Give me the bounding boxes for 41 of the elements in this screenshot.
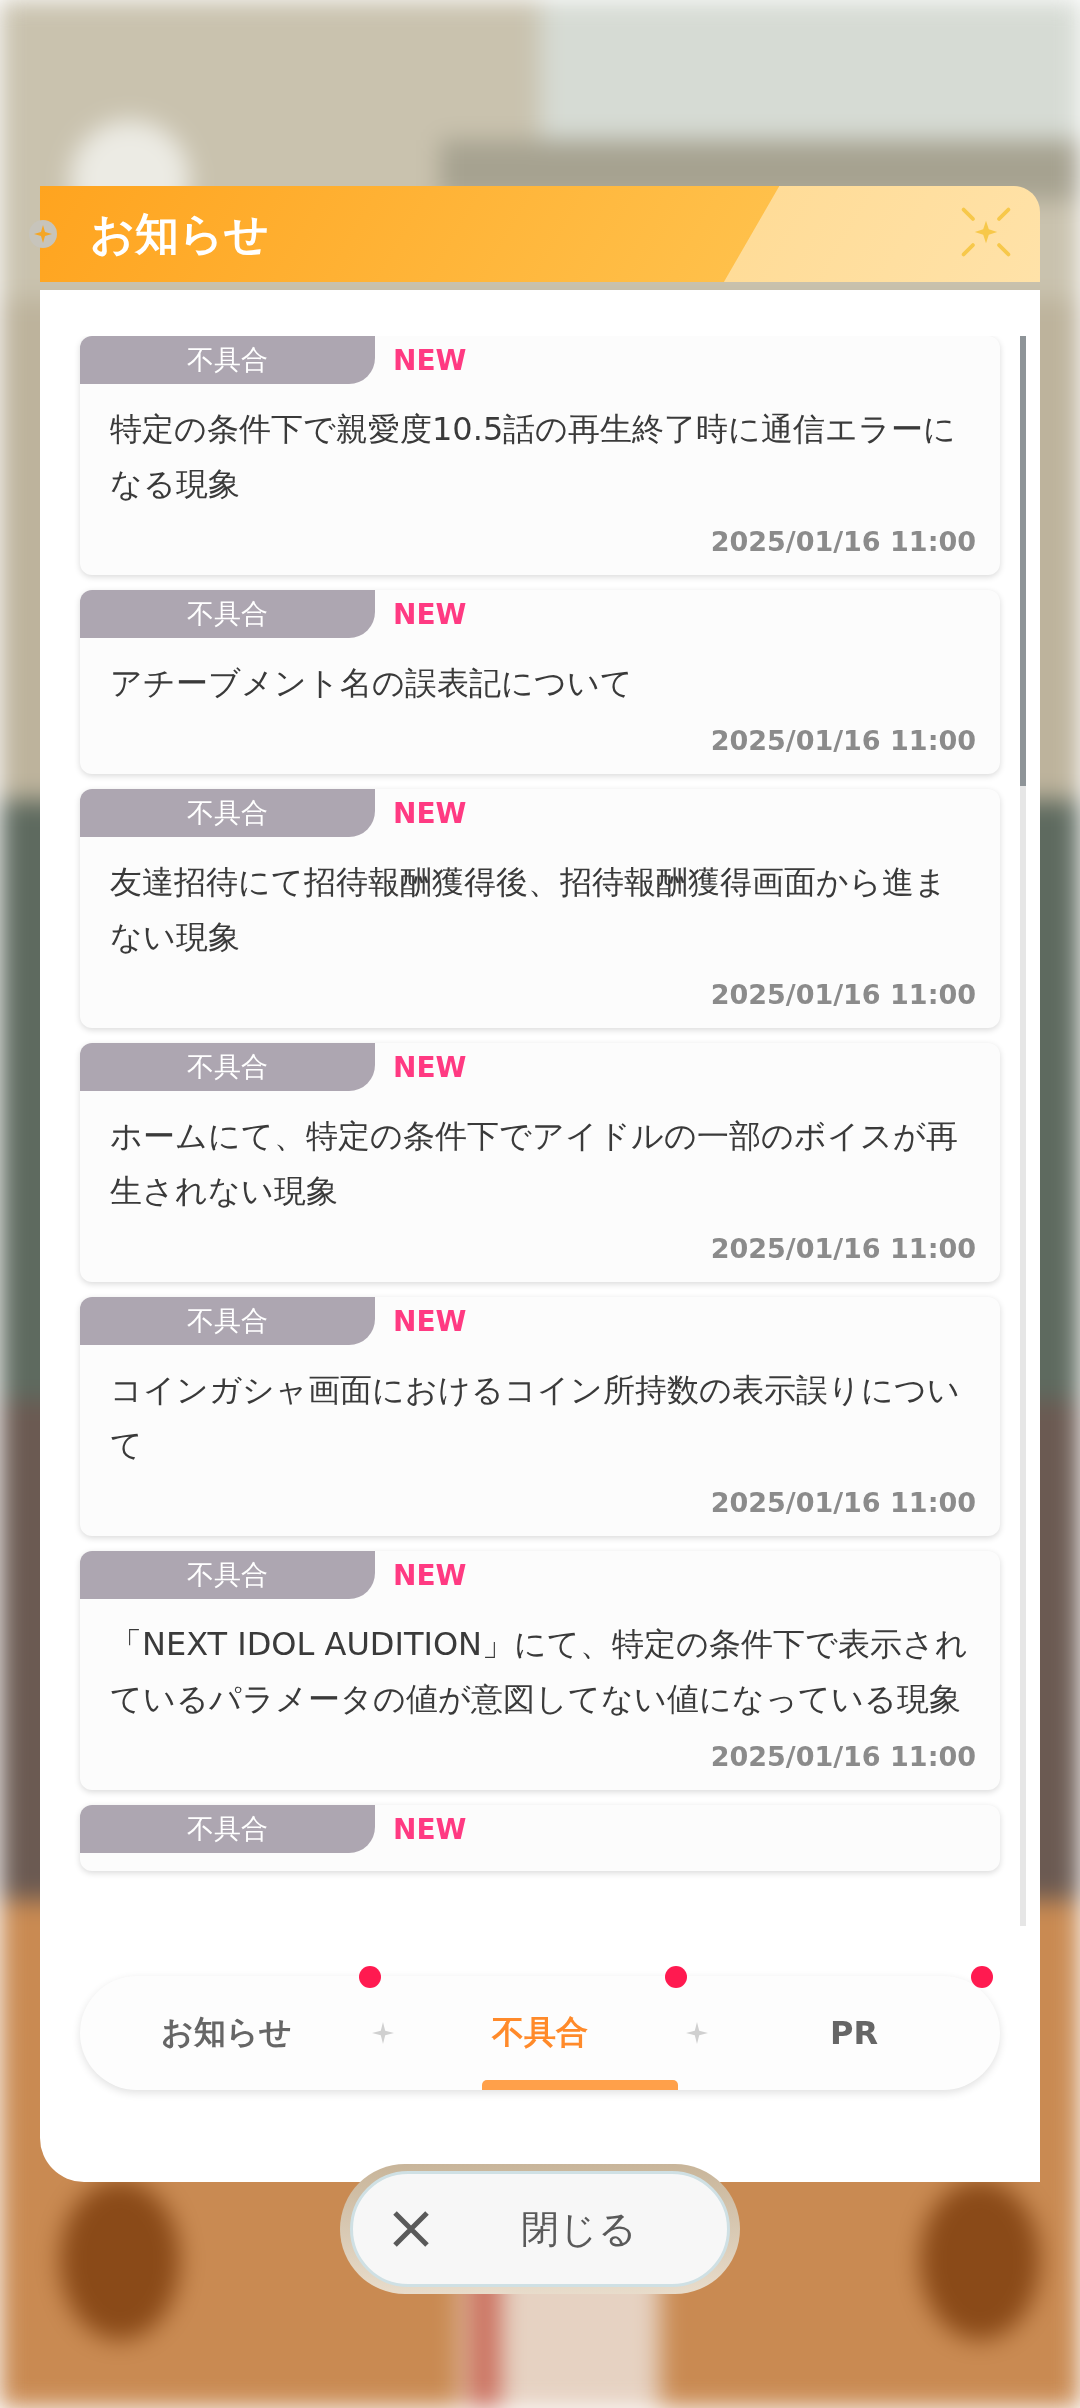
scroll-bar[interactable]: [1020, 336, 1026, 1926]
sparkle-icon: [686, 2022, 708, 2044]
notice-card[interactable]: 不具合 NEW 友達招待にて招待報酬獲得後、招待報酬獲得画面から進まない現象 2025/01/16 11:00: [80, 789, 1000, 1028]
notice-date: 2025/01/16 11:00: [710, 979, 976, 1010]
new-label: NEW: [393, 1304, 467, 1338]
category-tag: 不具合: [80, 789, 375, 837]
new-label: NEW: [393, 796, 467, 830]
notice-title: ホームにて、特定の条件下でアイドルの一部のボイスが再生されない現象: [110, 1116, 959, 1212]
notice-title: コインガシャ画面におけるコイン所持数の表示誤りについて: [110, 1370, 961, 1466]
new-label: NEW: [393, 597, 467, 631]
notice-card[interactable]: 不具合 NEW ホームにて、特定の条件下でアイドルの一部のボイスが再生されない現象 2025/01/16 11:00: [80, 1043, 1000, 1282]
category-tag: 不具合: [80, 1297, 375, 1345]
new-label: NEW: [393, 1558, 467, 1592]
notice-card[interactable]: 不具合 NEW 「NEXT IDOL AUDITION」にて、特定の条件下で表示されているパラメータの値が意図してない値になっている現象 2025/01/16 11:00: [80, 1551, 1000, 1790]
notice-card[interactable]: 不具合 NEW 特定の条件下で親愛度10.5話の再生終了時に通信エラーになる現象 2025/01/16 11:00: [80, 336, 1000, 575]
notice-date: 2025/01/16 11:00: [710, 725, 976, 756]
notice-title: 「NEXT IDOL AUDITION」にて、特定の条件下で表示されているパラメータの値が意図してない値になっている現象: [110, 1624, 969, 1720]
sparkle-icon: [372, 2022, 394, 2044]
notice-title: 特定の条件下で親愛度10.5話の再生終了時に通信エラーになる現象: [110, 409, 958, 505]
notice-date: 2025/01/16 11:00: [710, 1233, 976, 1264]
category-tag: 不具合: [80, 336, 375, 384]
notice-title: アチーブメント名の誤表記について: [110, 663, 634, 704]
category-tag: 不具合: [80, 1043, 375, 1091]
category-tag: 不具合: [80, 1551, 375, 1599]
notice-date: 2025/01/16 11:00: [710, 1741, 976, 1772]
close-icon: [391, 2209, 431, 2249]
notice-title: 友達招待にて招待報酬獲得後、招待報酬獲得画面から進まない現象: [110, 862, 948, 958]
tab[interactable]: お知らせ: [80, 2003, 372, 2063]
new-label: NEW: [393, 1050, 467, 1084]
category-tag: 不具合: [80, 590, 375, 638]
notice-card[interactable]: 不具合 NEW アチーブメント名の誤表記について 2025/01/16 11:00: [80, 590, 1000, 774]
tab[interactable]: PR: [708, 2003, 1000, 2063]
notice-card[interactable]: 不具合 NEW コインガシャ画面におけるコイン所持数の表示誤りについて 2025/01/16 11:00: [80, 1297, 1000, 1536]
notice-date: 2025/01/16 11:00: [710, 526, 976, 557]
new-label: NEW: [393, 343, 467, 377]
close-button[interactable]: 閉じる: [350, 2171, 730, 2287]
dialog-title: お知らせ: [90, 206, 269, 261]
new-label: NEW: [393, 1812, 467, 1846]
sparkle-icon: [28, 219, 58, 249]
notice-date: 2025/01/16 11:00: [710, 1487, 976, 1518]
category-tag: 不具合: [80, 1805, 375, 1853]
